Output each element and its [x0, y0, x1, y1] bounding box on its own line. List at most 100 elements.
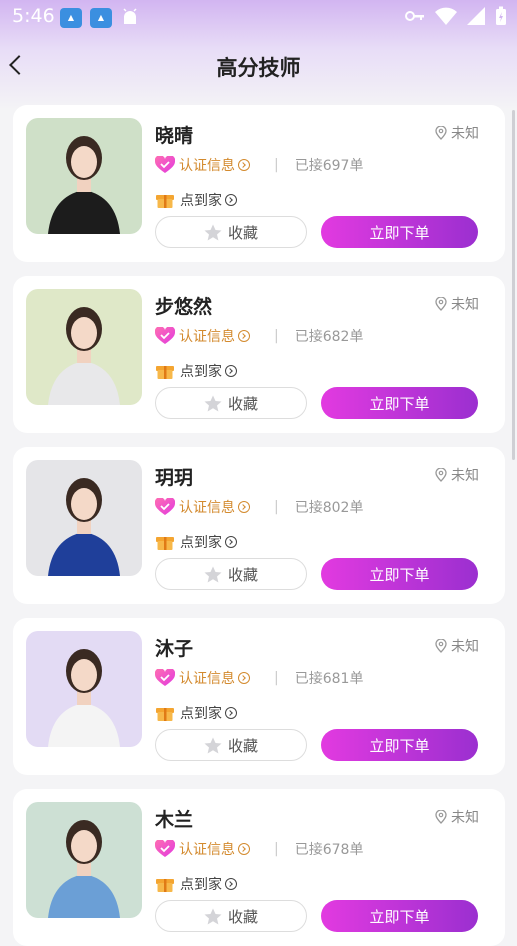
location: 未知: [435, 807, 479, 827]
scrollbar[interactable]: [512, 110, 515, 460]
home-service-link[interactable]: 点到家: [155, 532, 237, 552]
chevron-right-circle-icon: [225, 365, 237, 377]
location-text: 未知: [451, 126, 479, 142]
technician-name: 晓晴: [155, 125, 194, 147]
technician-card[interactable]: 晓晴 未知 认证信息 | 已接697单 点到家 收藏 立即下单: [13, 105, 505, 262]
favorite-button[interactable]: 收藏: [155, 558, 307, 590]
order-count: 已接682单: [294, 329, 364, 345]
star-icon: [204, 395, 222, 411]
location-text: 未知: [451, 297, 479, 313]
gift-box-icon: [156, 879, 174, 892]
order-count: 已接802单: [294, 500, 364, 516]
status-time: 5:46: [12, 5, 55, 27]
gift-box-icon: [156, 195, 174, 208]
favorite-label: 收藏: [227, 394, 258, 413]
page-title: 高分技师: [216, 56, 301, 80]
star-icon: [204, 908, 222, 924]
favorite-button[interactable]: 收藏: [155, 387, 307, 419]
cert-info-label: 认证信息: [179, 329, 235, 345]
home-service-link[interactable]: 点到家: [155, 874, 237, 894]
status-icons: [405, 6, 507, 26]
cert-info-label: 认证信息: [179, 500, 235, 516]
gift-box-icon: [156, 366, 174, 379]
technician-card[interactable]: 步悠然 未知 认证信息 | 已接682单 点到家 收藏 立即下单: [13, 276, 505, 433]
technician-name: 玥玥: [155, 467, 194, 489]
order-now-button[interactable]: 立即下单: [321, 900, 478, 932]
order-now-label: 立即下单: [369, 394, 430, 413]
favorite-label: 收藏: [227, 736, 258, 755]
verified-heart-icon: [155, 840, 175, 857]
favorite-button[interactable]: 收藏: [155, 729, 307, 761]
home-service-label: 点到家: [180, 364, 222, 380]
chevron-right-circle-icon: [238, 159, 250, 171]
location-pin-icon: [435, 810, 447, 824]
signal-icon: [467, 7, 485, 25]
chevron-right-circle-icon: [238, 501, 250, 513]
location: 未知: [435, 636, 479, 656]
technician-name: 步悠然: [155, 296, 213, 318]
home-service-link[interactable]: 点到家: [155, 361, 237, 381]
technician-card[interactable]: 玥玥 未知 认证信息 | 已接802单 点到家 收藏 立即下单: [13, 447, 505, 604]
order-now-button[interactable]: 立即下单: [321, 729, 478, 761]
gift-box-icon: [156, 537, 174, 550]
home-service-label: 点到家: [180, 706, 222, 722]
technician-photo[interactable]: [26, 118, 142, 234]
cert-info-link[interactable]: 认证信息 | 已接802单: [155, 497, 363, 517]
favorite-label: 收藏: [227, 223, 258, 242]
home-service-label: 点到家: [180, 193, 222, 209]
location: 未知: [435, 465, 479, 485]
technician-photo[interactable]: [26, 802, 142, 918]
divider: |: [274, 499, 279, 515]
order-now-button[interactable]: 立即下单: [321, 387, 478, 419]
technician-photo[interactable]: [26, 460, 142, 576]
home-service-label: 点到家: [180, 535, 222, 551]
order-count: 已接681单: [294, 671, 364, 687]
home-service-link[interactable]: 点到家: [155, 190, 237, 210]
nav-bar: 高分技师: [0, 40, 517, 96]
divider: |: [274, 328, 279, 344]
order-now-label: 立即下单: [369, 223, 430, 242]
technician-card[interactable]: 沐子 未知 认证信息 | 已接681单 点到家 收藏 立即下单: [13, 618, 505, 775]
cert-info-link[interactable]: 认证信息 | 已接697单: [155, 155, 363, 175]
chevron-right-circle-icon: [238, 672, 250, 684]
wifi-icon: [435, 7, 457, 25]
app-icon-1: ▲: [60, 8, 82, 28]
technician-photo[interactable]: [26, 289, 142, 405]
divider: |: [274, 157, 279, 173]
home-service-link[interactable]: 点到家: [155, 703, 237, 723]
technician-photo[interactable]: [26, 631, 142, 747]
cert-info-label: 认证信息: [179, 158, 235, 174]
chevron-right-circle-icon: [225, 707, 237, 719]
chevron-right-circle-icon: [225, 878, 237, 890]
chevron-right-circle-icon: [225, 536, 237, 548]
location-text: 未知: [451, 639, 479, 655]
technician-card[interactable]: 木兰 未知 认证信息 | 已接678单 点到家 收藏 立即下单: [13, 789, 505, 946]
favorite-label: 收藏: [227, 565, 258, 584]
order-now-button[interactable]: 立即下单: [321, 558, 478, 590]
chevron-right-circle-icon: [238, 330, 250, 342]
order-now-label: 立即下单: [369, 736, 430, 755]
order-now-label: 立即下单: [369, 565, 430, 584]
technician-name: 木兰: [155, 809, 194, 831]
cert-info-label: 认证信息: [179, 842, 235, 858]
cert-info-link[interactable]: 认证信息 | 已接678单: [155, 839, 363, 859]
key-icon: [405, 11, 424, 21]
location-pin-icon: [435, 639, 447, 653]
order-now-button[interactable]: 立即下单: [321, 216, 478, 248]
location: 未知: [435, 123, 479, 143]
verified-heart-icon: [155, 156, 175, 173]
cert-info-link[interactable]: 认证信息 | 已接681单: [155, 668, 363, 688]
location-pin-icon: [435, 126, 447, 140]
app-icon-2: ▲: [90, 8, 112, 28]
favorite-button[interactable]: 收藏: [155, 900, 307, 932]
location-text: 未知: [451, 810, 479, 826]
android-icon: [123, 8, 137, 24]
technician-name: 沐子: [155, 638, 194, 660]
favorite-button[interactable]: 收藏: [155, 216, 307, 248]
verified-heart-icon: [155, 327, 175, 344]
gift-box-icon: [156, 708, 174, 721]
order-count: 已接697单: [294, 158, 364, 174]
cert-info-link[interactable]: 认证信息 | 已接682单: [155, 326, 363, 346]
location-pin-icon: [435, 468, 447, 482]
divider: |: [274, 670, 279, 686]
